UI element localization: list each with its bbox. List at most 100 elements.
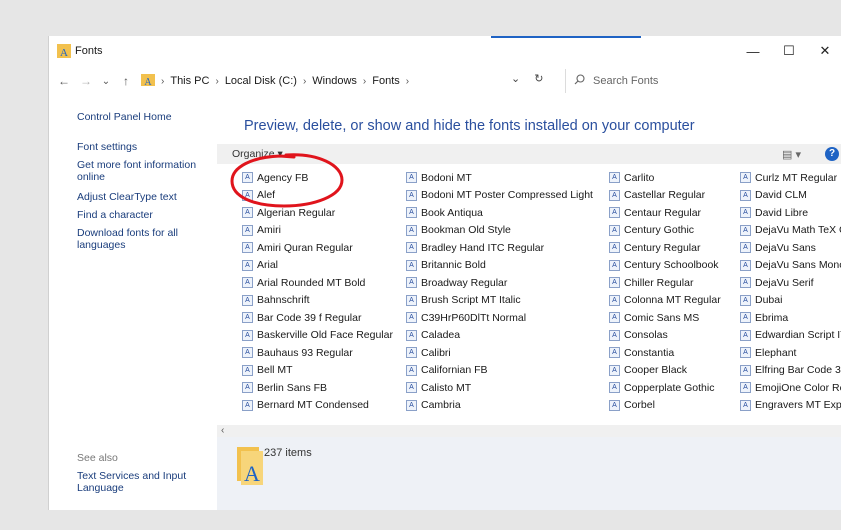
font-item[interactable]: A Broadway Regular	[406, 274, 593, 292]
back-arrow-icon[interactable]: ←	[55, 74, 73, 88]
font-item[interactable]: ACourier New	[609, 414, 721, 418]
scroll-left-icon[interactable]: ‹	[221, 425, 224, 436]
font-file-icon: A	[609, 382, 620, 394]
close-button[interactable]: ✕	[807, 36, 841, 66]
view-options-button[interactable]: ▤ ▾	[782, 148, 801, 161]
help-icon[interactable]: ?	[825, 147, 839, 161]
font-name: Bodoni MT Poster Compressed Light	[421, 189, 593, 202]
font-item[interactable]: A Algerian Regular	[242, 204, 393, 222]
breadcrumb-separator-icon[interactable]: ›	[406, 76, 409, 87]
font-item[interactable]: A Bradley Hand ITC Regular	[406, 239, 593, 257]
organize-button[interactable]: Organize ▾	[232, 148, 283, 160]
font-item[interactable]: A Calisto MT	[406, 379, 593, 397]
font-item[interactable]: A Consolas	[609, 327, 721, 345]
font-item[interactable]: A DejaVu Sans	[740, 239, 841, 257]
font-item[interactable]: A Bodoni MT Poster Compressed Light	[406, 187, 593, 205]
forward-arrow-icon[interactable]: →	[77, 74, 95, 88]
font-item[interactable]: A Edwardian Script ITC	[740, 327, 841, 345]
font-settings-link[interactable]: Font settings	[77, 141, 212, 153]
font-item[interactable]: A Castellar Regular	[609, 187, 721, 205]
fonts-window: A Fonts — ☐ ✕ ← → ⌄ ↑ A › This PC › Loca…	[48, 36, 841, 510]
font-item[interactable]: A Arial	[242, 257, 393, 275]
font-item[interactable]: A Bernard MT Condensed	[242, 397, 393, 415]
breadcrumb-windows[interactable]: Windows	[312, 75, 357, 87]
font-item[interactable]: A Elfring Bar Code 39 d	[740, 362, 841, 380]
font-name: EmojiOne Color Reg	[755, 381, 841, 394]
font-item[interactable]: A Century Schoolbook	[609, 257, 721, 275]
get-more-font-info-link[interactable]: Get more font information online	[77, 159, 212, 183]
font-item[interactable]: A Calibri	[406, 344, 593, 362]
font-item[interactable]: A Century Gothic	[609, 222, 721, 240]
font-item[interactable]: A Alef	[242, 187, 393, 205]
font-item[interactable]: A Book Antiqua	[406, 204, 593, 222]
font-item[interactable]: A Colonna MT Regular	[609, 292, 721, 310]
font-item[interactable]: A Arial Rounded MT Bold	[242, 274, 393, 292]
adjust-cleartype-link[interactable]: Adjust ClearType text	[77, 191, 212, 203]
font-name: Berlin Sans FB	[257, 381, 328, 394]
font-item[interactable]: ABitstream Vera Sans Mono	[242, 414, 393, 418]
control-panel-home-link[interactable]: Control Panel Home	[77, 111, 212, 123]
font-item[interactable]: A DejaVu Sans Mono	[740, 257, 841, 275]
font-item[interactable]: A Ebrima	[740, 309, 841, 327]
font-item[interactable]: A Carlito	[609, 169, 721, 187]
font-item[interactable]: A Century Regular	[609, 239, 721, 257]
font-item[interactable]: A EmojiOne Color Reg	[740, 379, 841, 397]
refresh-icon[interactable]: ↻	[534, 72, 543, 85]
font-item[interactable]: A Bahnschrift	[242, 292, 393, 310]
font-item[interactable]: A Agency FB	[242, 169, 393, 187]
font-item[interactable]: A Berlin Sans FB	[242, 379, 393, 397]
font-item[interactable]: A Copperplate Gothic	[609, 379, 721, 397]
breadcrumb-separator-icon[interactable]: ›	[215, 76, 218, 87]
font-item[interactable]: A Bauhaus 93 Regular	[242, 344, 393, 362]
font-item[interactable]: A DejaVu Serif	[740, 274, 841, 292]
breadcrumb-separator-icon[interactable]: ›	[363, 76, 366, 87]
font-item[interactable]: A Cooper Black	[609, 362, 721, 380]
font-item[interactable]: A Baskerville Old Face Regular	[242, 327, 393, 345]
font-item[interactable]: A C39HrP60DlTt Normal	[406, 309, 593, 327]
font-item[interactable]: A Bell MT	[242, 362, 393, 380]
breadcrumb-separator-icon[interactable]: ›	[303, 76, 306, 87]
font-item[interactable]: A David CLM	[740, 187, 841, 205]
item-count: 237 items	[264, 447, 312, 459]
font-item[interactable]: A DejaVu Math TeX Gy	[740, 222, 841, 240]
font-item[interactable]: A Amiri Quran Regular	[242, 239, 393, 257]
search-input[interactable]: Search Fonts	[565, 69, 841, 93]
font-item[interactable]: ACambria Math Regular	[406, 414, 593, 418]
font-item[interactable]: A Centaur Regular	[609, 204, 721, 222]
horizontal-scrollbar[interactable]: ‹	[217, 425, 841, 437]
font-item[interactable]: A Bookman Old Style	[406, 222, 593, 240]
font-item[interactable]: A Corbel	[609, 397, 721, 415]
font-item[interactable]: A Comic Sans MS	[609, 309, 721, 327]
font-item[interactable]: A Amiri	[242, 222, 393, 240]
find-a-character-link[interactable]: Find a character	[77, 209, 212, 221]
font-name: Cambria	[421, 399, 461, 412]
address-dropdown-icon[interactable]: ⌄	[511, 72, 520, 85]
breadcrumb-fonts[interactable]: Fonts	[372, 75, 400, 87]
font-item[interactable]: A Constantia	[609, 344, 721, 362]
up-arrow-icon[interactable]: ↑	[117, 74, 135, 88]
font-item[interactable]: A Cambria	[406, 397, 593, 415]
font-file-icon: A	[242, 364, 253, 376]
maximize-button[interactable]: ☐	[771, 36, 807, 66]
breadcrumb-this-pc[interactable]: This PC	[170, 75, 209, 87]
breadcrumb-local-disk[interactable]: Local Disk (C:)	[225, 75, 297, 87]
font-item[interactable]: A Engravers MT Expan	[740, 397, 841, 415]
font-item[interactable]: AEras ITC	[740, 414, 841, 418]
font-item[interactable]: A Californian FB	[406, 362, 593, 380]
window-title: Fonts	[75, 45, 103, 57]
font-item[interactable]: A Brush Script MT Italic	[406, 292, 593, 310]
font-item[interactable]: A Caladea	[406, 327, 593, 345]
font-item[interactable]: A Britannic Bold	[406, 257, 593, 275]
recent-locations-icon[interactable]: ⌄	[97, 76, 115, 87]
font-item[interactable]: A Bodoni MT	[406, 169, 593, 187]
font-item[interactable]: A Curlz MT Regular	[740, 169, 841, 187]
font-item[interactable]: A Elephant	[740, 344, 841, 362]
font-item[interactable]: A Dubai	[740, 292, 841, 310]
font-item[interactable]: A David Libre	[740, 204, 841, 222]
font-item[interactable]: A Bar Code 39 f Regular	[242, 309, 393, 327]
minimize-button[interactable]: —	[735, 36, 771, 66]
download-fonts-link[interactable]: Download fonts for all languages	[77, 227, 212, 251]
font-item[interactable]: A Chiller Regular	[609, 274, 721, 292]
breadcrumb-separator-icon[interactable]: ›	[161, 76, 164, 87]
text-services-link[interactable]: Text Services and Input Language	[77, 470, 212, 494]
